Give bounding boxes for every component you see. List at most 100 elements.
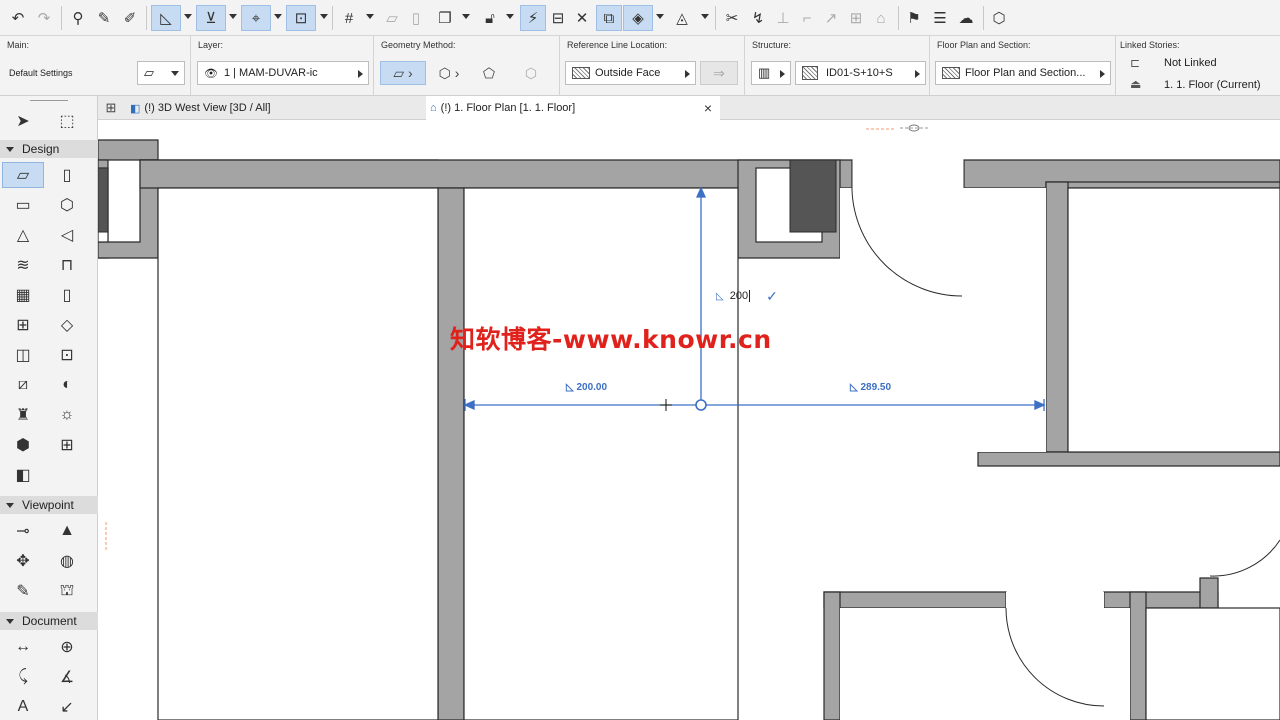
intersect-icon[interactable]: ✕ xyxy=(571,5,593,31)
level-dimension-tool-icon[interactable]: ⊕ xyxy=(52,634,82,660)
zone-tool-icon[interactable]: ⬢ xyxy=(8,432,38,458)
document-group[interactable]: Document xyxy=(0,612,98,630)
structure-dropdown[interactable]: ID01-S+10+S xyxy=(795,61,926,85)
slab-tool-icon[interactable]: ⬡ xyxy=(52,192,82,218)
pick-up-icon[interactable]: ⚲ xyxy=(66,5,90,31)
chevron-down-icon[interactable] xyxy=(656,14,664,19)
marquee-icon[interactable]: ⬚ xyxy=(52,108,82,134)
view-icon[interactable]: ▯ xyxy=(406,5,426,31)
label-tool-icon[interactable]: ↙ xyxy=(52,694,82,720)
grid-snap-icon[interactable]: # xyxy=(337,5,361,31)
chevron-down-icon[interactable] xyxy=(274,14,282,19)
confirm-check-icon[interactable]: ✓ xyxy=(766,288,778,305)
radial-dimension-tool-icon[interactable]: ⤹ xyxy=(8,664,38,690)
floorplan-dropdown[interactable]: Floor Plan and Section... xyxy=(935,61,1111,85)
offset-icon[interactable]: ⌐ xyxy=(796,5,818,31)
reference-dropdown[interactable]: Outside Face xyxy=(565,61,696,85)
guide-lines-icon[interactable]: ◺ xyxy=(151,5,181,31)
split-icon[interactable]: ✂ xyxy=(720,5,744,31)
settings-selector[interactable]: ▱ xyxy=(137,61,185,85)
publish-icon[interactable]: ⬡ xyxy=(988,5,1010,31)
flip-reference-icon[interactable]: ⇒ xyxy=(700,61,738,85)
close-icon[interactable]: × xyxy=(704,100,712,116)
viewpoint-group[interactable]: Viewpoint xyxy=(0,496,98,514)
tab-3d-view[interactable]: ◧ (!) 3D West View [3D / All] xyxy=(126,96,426,120)
explode-icon[interactable]: ⊞ xyxy=(845,5,867,31)
chevron-down-icon[interactable] xyxy=(184,14,192,19)
chevron-down-icon[interactable] xyxy=(229,14,237,19)
roof-icon[interactable]: ⌂ xyxy=(870,5,892,31)
trace-icon[interactable]: ▱ xyxy=(380,5,404,31)
chevron-down-icon[interactable] xyxy=(506,14,514,19)
interior-elevation-tool-icon[interactable]: ✥ xyxy=(8,548,38,574)
trapezoid-wall-icon[interactable]: ⬠ xyxy=(474,61,504,85)
detail-tool-icon[interactable]: ✎ xyxy=(8,578,38,604)
roof-tool-icon[interactable]: △ xyxy=(8,222,38,248)
elevation-tool-icon[interactable]: ▲ xyxy=(52,518,82,544)
opening-tool-icon[interactable]: ◧ xyxy=(8,462,38,488)
layer-dropdown[interactable]: 👁︎ 1 | MAM-DUVAR-ic xyxy=(197,61,369,85)
lamp-tool-icon[interactable]: ☼ xyxy=(52,402,82,428)
lock-icon[interactable]: 🔓︎ xyxy=(478,5,502,31)
angle-dimension-tool-icon[interactable]: ∡ xyxy=(52,664,82,690)
tab-floor-plan[interactable]: ⌂ (!) 1. Floor Plan [1. 1. Floor] × xyxy=(426,96,720,120)
elevate-icon[interactable]: ⊥ xyxy=(772,5,794,31)
floor-plan-canvas[interactable]: ◺ 200.00 ◺ 289.50 ◺ 200 ✓ 知软博客-www.knowr… xyxy=(98,120,1280,720)
beam-tool-icon[interactable]: ▭ xyxy=(8,192,38,218)
wall-tool-icon[interactable]: ▱ xyxy=(2,162,44,188)
chevron-down-icon[interactable] xyxy=(701,14,709,19)
undo-icon[interactable]: ↶ xyxy=(6,5,30,31)
rotate-icon[interactable]: ◈ xyxy=(623,5,653,31)
railing-tool-icon[interactable]: ⊓ xyxy=(52,252,82,278)
flag-icon[interactable]: ⚑ xyxy=(903,5,925,31)
morph-tool-icon[interactable]: ◐ xyxy=(52,372,82,398)
layer-icon[interactable]: ❐ xyxy=(432,5,458,31)
suspend-groups-icon[interactable]: ⊡ xyxy=(286,5,316,31)
door-tool-icon[interactable]: ▯ xyxy=(52,282,82,308)
dimension-tool-icon[interactable]: ↔ xyxy=(8,634,38,660)
mesh-tool-icon[interactable]: ⧄ xyxy=(8,372,38,398)
chevron-down-icon[interactable] xyxy=(462,14,470,19)
top-link-icon[interactable]: ⊏ xyxy=(1130,56,1140,70)
bottom-link-icon[interactable]: ⏏ xyxy=(1130,77,1141,91)
eyedropper-icon[interactable]: ✎ xyxy=(92,5,116,31)
redo-icon[interactable]: ↷ xyxy=(32,5,56,31)
curtain-wall-tool-icon[interactable]: ▦ xyxy=(8,282,38,308)
straight-wall-icon[interactable]: ▱ › xyxy=(380,61,426,85)
tracker-input[interactable]: ◺ 200 ✓ xyxy=(716,286,778,306)
camera-tool-icon[interactable]: ⛫ xyxy=(52,578,82,604)
snap-points-icon[interactable]: ⌖ xyxy=(241,5,271,31)
dimensions-icon[interactable]: ⊟ xyxy=(547,5,569,31)
structure-type-dropdown[interactable]: ▥ xyxy=(751,61,791,85)
corner-window-tool-icon[interactable]: ⊡ xyxy=(52,342,82,368)
design-group[interactable]: Design xyxy=(0,140,98,158)
curved-wall-icon[interactable]: ⬡ › xyxy=(430,61,468,85)
navigator-icon[interactable]: ⊞ xyxy=(98,96,124,120)
tracker-value[interactable]: 200 xyxy=(730,290,751,302)
section-tool-icon[interactable]: ⊸ xyxy=(8,518,38,544)
chevron-down-icon[interactable] xyxy=(366,14,374,19)
fillet-icon[interactable]: ↗ xyxy=(820,5,842,31)
snap-guides-icon[interactable]: ⊻ xyxy=(196,5,226,31)
arrow-select-icon[interactable]: ➤ xyxy=(8,108,38,134)
cursor-node[interactable] xyxy=(695,399,707,411)
arrange-icon[interactable]: ⧉ xyxy=(596,5,622,31)
teamwork-icon[interactable]: ☁ xyxy=(955,5,977,31)
shell-tool-icon[interactable]: ◁ xyxy=(52,222,82,248)
mirror-icon[interactable]: ◬ xyxy=(670,5,694,31)
stair-tool-icon[interactable]: ≋ xyxy=(8,252,38,278)
object-tool-icon[interactable]: ♜ xyxy=(8,402,38,428)
window-tool-icon[interactable]: ⊞ xyxy=(8,312,38,338)
polygonal-wall-icon[interactable]: ⬡ xyxy=(514,61,548,85)
skylight-tool-icon[interactable]: ◇ xyxy=(52,312,82,338)
magic-wand-icon[interactable]: ⚡︎ xyxy=(520,5,546,31)
text-tool-icon[interactable]: A xyxy=(8,694,38,720)
column-tool-icon[interactable]: ▯ xyxy=(52,162,82,188)
grid-element-tool-icon[interactable]: ⊞ xyxy=(52,432,82,458)
inject-icon[interactable]: ✐ xyxy=(118,5,142,31)
worksheet-tool-icon[interactable]: ◍ xyxy=(52,548,82,574)
adjust-icon[interactable]: ↯ xyxy=(746,5,770,31)
wall-end-tool-icon[interactable]: ◫ xyxy=(8,342,38,368)
chevron-down-icon[interactable] xyxy=(320,14,328,19)
layout-icon[interactable]: ☰ xyxy=(929,5,951,31)
